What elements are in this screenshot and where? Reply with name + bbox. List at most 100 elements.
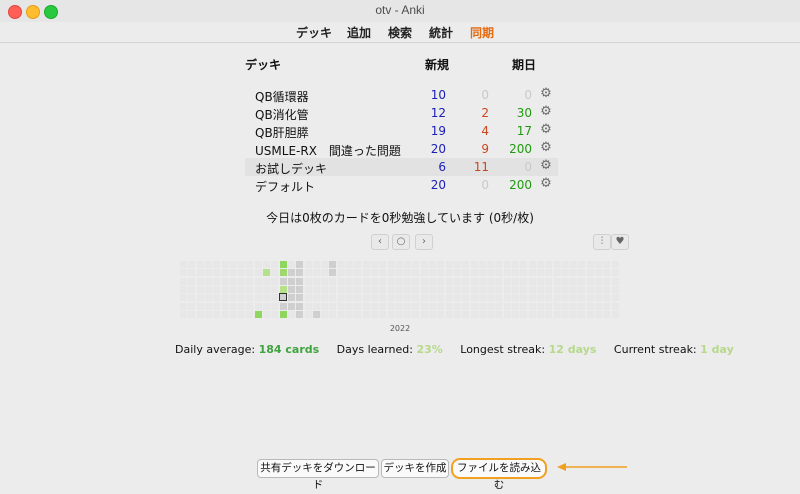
heatmap-day [503, 302, 511, 310]
heatmap-day [337, 269, 345, 277]
deck-name[interactable]: QB循環器 [255, 88, 309, 105]
deck-name[interactable]: QB消化管 [255, 106, 309, 123]
heart-icon[interactable]: ♥ [611, 234, 629, 250]
heatmap-day [578, 269, 586, 277]
heatmap-day [395, 294, 403, 302]
heatmap-day [229, 277, 237, 285]
heatmap-today-button[interactable]: ○ [392, 234, 410, 250]
heatmap-day [503, 261, 511, 268]
heatmap-day [462, 277, 470, 285]
heatmap-day [528, 261, 536, 268]
deck-name[interactable]: USMLE-RX 間違った問題 [255, 142, 401, 159]
heatmap-day [453, 302, 461, 310]
heatmap-day [346, 269, 353, 277]
heatmap-day [221, 294, 229, 302]
heatmap-day [362, 294, 370, 302]
deck-name[interactable]: デフォルト [255, 178, 315, 195]
heatmap-day [221, 310, 229, 318]
heatmap-day [553, 277, 561, 285]
heatmap-day [329, 302, 337, 310]
deck-options-gear-icon[interactable]: ⚙ [539, 122, 553, 140]
heatmap-day [603, 294, 611, 302]
heatmap-day [437, 277, 445, 285]
heatmap-day-reviewed [287, 269, 295, 277]
heatmap-day [487, 261, 495, 268]
toolbar-stats[interactable]: 統計 [429, 24, 453, 41]
heatmap-day [520, 269, 528, 277]
deck-row[interactable]: デフォルト 20 0 200 ⚙ [245, 176, 558, 194]
heatmap-day [213, 285, 221, 293]
heatmap-day [586, 294, 594, 302]
heatmap-day [246, 302, 254, 310]
deck-due-count: 200 [509, 142, 532, 156]
deck-options-gear-icon[interactable]: ⚙ [539, 140, 553, 158]
new-column-header: 新規 [425, 58, 450, 72]
heatmap-day [520, 302, 528, 310]
heatmap-day [478, 310, 486, 318]
create-deck-button[interactable]: デッキを作成 [381, 459, 449, 478]
heatmap-day [536, 285, 544, 293]
deck-column-header: デッキ [245, 58, 282, 72]
heatmap-day [528, 302, 536, 310]
heatmap-day [180, 285, 187, 293]
deck-options-gear-icon[interactable]: ⚙ [539, 158, 553, 176]
get-shared-button[interactable]: 共有デッキをダウンロード [257, 459, 379, 491]
heatmap-day [595, 261, 602, 268]
heatmap-day [213, 261, 221, 268]
heatmap-day [370, 285, 378, 293]
heatmap-day [470, 277, 478, 285]
deck-due-count: 200 [509, 178, 532, 192]
window-title: otv - Anki [375, 3, 425, 17]
heatmap-day [603, 310, 611, 318]
heatmap-day [196, 269, 204, 277]
heatmap-day [196, 294, 204, 302]
heatmap-day [553, 302, 561, 310]
heatmap-day [321, 294, 329, 302]
current-streak-value: 1 day [700, 343, 734, 356]
heatmap-day [520, 294, 528, 302]
heatmap-day [238, 277, 246, 285]
deck-row-current[interactable]: お試しデッキ 6 11 0 ⚙ [245, 158, 558, 176]
title-bar: otv - Anki [0, 0, 800, 23]
heatmap-day [337, 285, 345, 293]
toolbar-decks[interactable]: デッキ [296, 24, 332, 41]
deck-row[interactable]: QB循環器 10 0 0 ⚙ [245, 86, 558, 104]
heatmap-day [395, 277, 403, 285]
heatmap-day [271, 269, 279, 277]
heatmap-day [570, 277, 578, 285]
heatmap-day [221, 302, 229, 310]
deck-name[interactable]: QB肝胆膵 [255, 124, 309, 141]
heatmap-day [329, 294, 337, 302]
heatmap-day [204, 285, 212, 293]
heatmap-day [304, 310, 312, 318]
heatmap-prev-button[interactable]: ‹ [371, 234, 389, 250]
heatmap-day [354, 310, 362, 318]
heatmap-options-icon[interactable]: ⫶ [593, 234, 611, 250]
heatmap-day [553, 285, 561, 293]
heatmap-day [445, 310, 453, 318]
deck-row[interactable]: USMLE-RX 間違った問題 20 9 200 ⚙ [245, 140, 558, 158]
deck-options-gear-icon[interactable]: ⚙ [539, 104, 553, 122]
heatmap-day [570, 310, 578, 318]
toolbar-add[interactable]: 追加 [347, 24, 371, 41]
heatmap-day [429, 277, 436, 285]
heatmap-day [263, 285, 270, 293]
heatmap-next-button[interactable]: › [415, 234, 433, 250]
deck-row[interactable]: QB肝胆膵 19 4 17 ⚙ [245, 122, 558, 140]
heatmap-day [304, 261, 312, 268]
heatmap-year-label: 2022 [389, 324, 411, 333]
heatmap-day [503, 285, 511, 293]
heatmap-day [512, 310, 519, 318]
deck-options-gear-icon[interactable]: ⚙ [539, 176, 553, 194]
toolbar-sync[interactable]: 同期 [470, 24, 494, 41]
heatmap-day [238, 269, 246, 277]
heatmap-day [188, 294, 196, 302]
deck-row[interactable]: QB消化管 12 2 30 ⚙ [245, 104, 558, 122]
deck-name[interactable]: お試しデッキ [255, 160, 327, 177]
heatmap-day [453, 310, 461, 318]
deck-options-gear-icon[interactable]: ⚙ [539, 86, 553, 104]
heatmap-day [395, 310, 403, 318]
heatmap-day [387, 302, 395, 310]
toolbar-browse[interactable]: 検索 [388, 24, 412, 41]
import-file-button[interactable]: ファイルを読み込む [451, 458, 547, 491]
